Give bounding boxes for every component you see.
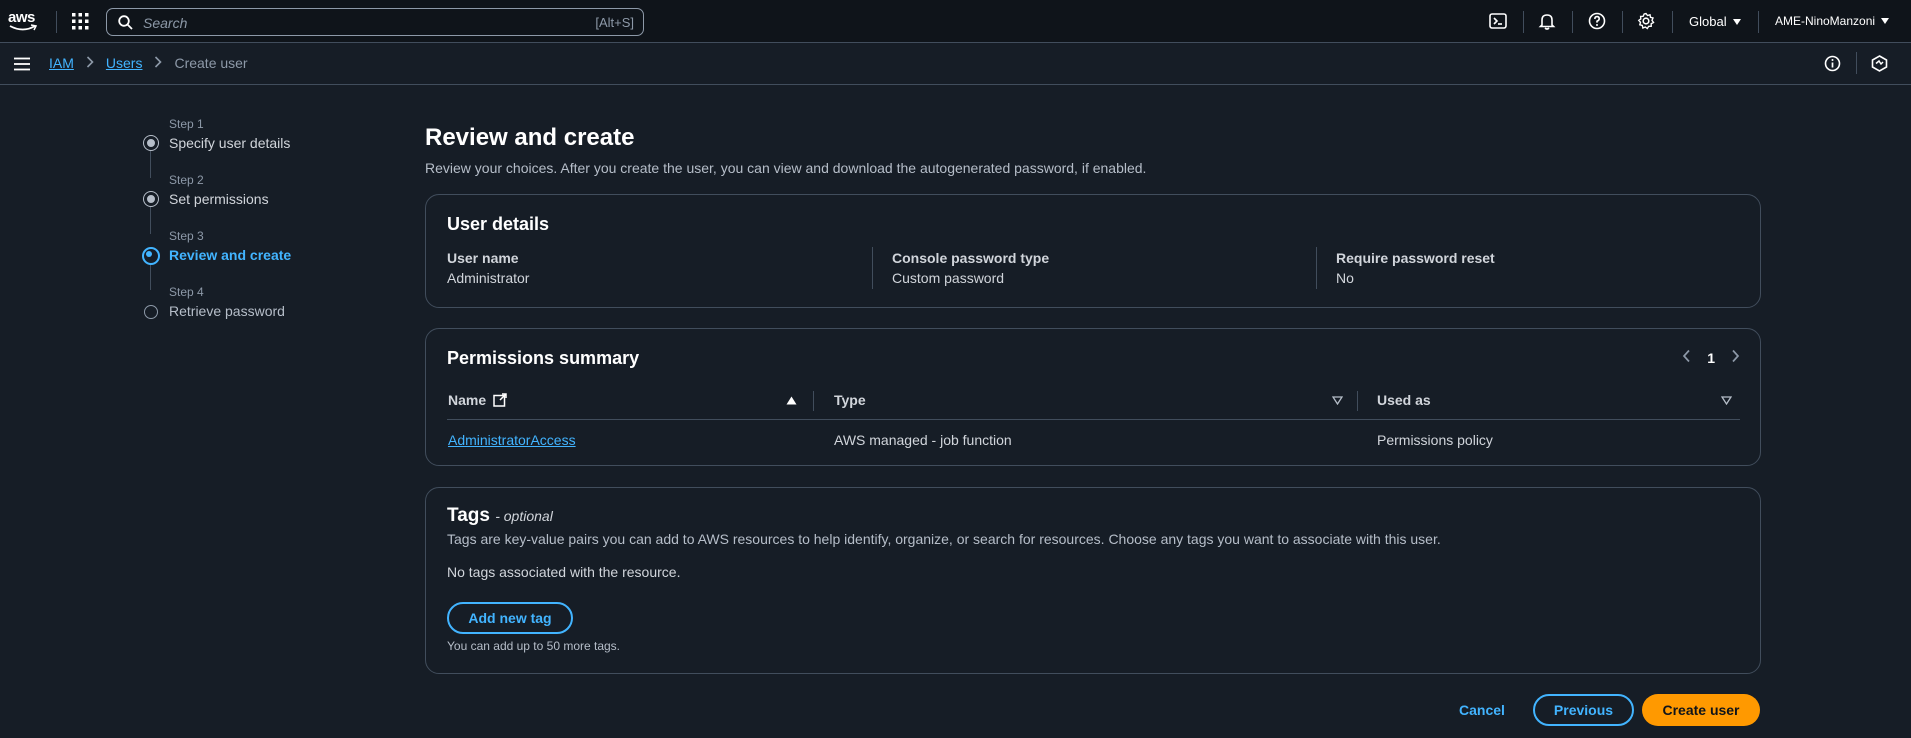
top-navigation-bar: aws Search [Alt+S] Global AME-NinoManzon… — [0, 0, 1911, 43]
help-icon[interactable] — [1588, 12, 1608, 32]
password-reset-value: No — [1336, 270, 1354, 286]
policy-name-link[interactable]: AdministratorAccess — [448, 432, 576, 448]
search-shortcut: [Alt+S] — [595, 15, 634, 30]
account-menu[interactable]: AME-NinoManzoni — [1775, 14, 1890, 28]
region-selector[interactable]: Global — [1689, 14, 1741, 29]
chevron-right-icon[interactable] — [1731, 349, 1740, 366]
divider — [1572, 11, 1573, 33]
page-description: Review your choices. After you create th… — [425, 160, 1147, 176]
password-type-label: Console password type — [892, 250, 1050, 266]
page-number[interactable]: 1 — [1707, 350, 1715, 366]
account-name: AME-NinoManzoni — [1775, 14, 1876, 28]
divider — [1523, 11, 1524, 33]
region-label: Global — [1689, 14, 1727, 29]
step-number: Step 4 — [169, 285, 204, 299]
step-connector — [150, 151, 151, 178]
cancel-button[interactable]: Cancel — [1459, 702, 1505, 718]
step-title[interactable]: Set permissions — [169, 191, 269, 207]
tags-description: Tags are key-value pairs you can add to … — [447, 531, 1441, 547]
empty-state: No tags associated with the resource. — [447, 564, 681, 580]
previous-button[interactable]: Previous — [1533, 694, 1634, 726]
breadcrumb-users[interactable]: Users — [106, 55, 143, 71]
feedback-icon[interactable] — [1871, 55, 1888, 75]
column-divider — [813, 391, 814, 411]
breadcrumb: IAM Users Create user — [49, 55, 248, 71]
user-details-card: User details User name Administrator Con… — [425, 194, 1761, 308]
chevron-left-icon[interactable] — [1682, 349, 1691, 366]
menu-icon[interactable] — [14, 57, 30, 74]
pagination: 1 — [1682, 349, 1740, 366]
search-placeholder: Search — [143, 15, 188, 31]
breadcrumb-bar: IAM Users Create user — [0, 43, 1911, 85]
divider — [872, 247, 873, 289]
password-type-value: Custom password — [892, 270, 1005, 286]
divider — [1672, 11, 1673, 33]
chevron-right-icon — [154, 55, 163, 71]
column-header-type[interactable]: Type — [834, 392, 866, 408]
services-grid-icon[interactable] — [72, 13, 89, 30]
sort-icon[interactable] — [1721, 396, 1732, 405]
permissions-summary-card: Permissions summary 1 Name Type Used as … — [425, 328, 1761, 466]
step-number: Step 2 — [169, 173, 204, 187]
aws-logo[interactable]: aws — [8, 9, 42, 35]
step-pending-icon — [144, 305, 158, 319]
chevron-right-icon — [86, 55, 94, 71]
info-icon[interactable] — [1824, 55, 1841, 75]
divider — [56, 11, 57, 33]
step-current-icon — [142, 247, 160, 265]
step-title[interactable]: Specify user details — [169, 135, 290, 151]
step-done-icon — [144, 136, 158, 150]
step-connector — [150, 207, 151, 234]
step-title: Review and create — [169, 247, 292, 263]
column-label: Name — [448, 392, 487, 408]
user-name-label: User name — [447, 250, 519, 266]
cloudshell-icon[interactable] — [1489, 12, 1509, 32]
policy-type: AWS managed - job function — [834, 432, 1012, 448]
step-title: Retrieve password — [169, 303, 285, 319]
card-title: Tags - optional — [447, 505, 553, 527]
caret-down-icon — [1732, 19, 1741, 25]
step-number: Step 1 — [169, 117, 204, 131]
breadcrumb-iam[interactable]: IAM — [49, 55, 74, 71]
create-user-button[interactable]: Create user — [1642, 694, 1760, 726]
divider — [1856, 52, 1857, 74]
tags-hint: You can add up to 50 more tags. — [447, 639, 621, 653]
column-label: Used as — [1377, 392, 1431, 408]
user-name-value: Administrator — [447, 270, 530, 286]
external-link-icon — [493, 393, 507, 407]
tags-card: Tags - optional Tags are key-value pairs… — [425, 487, 1761, 674]
gear-icon[interactable] — [1637, 12, 1657, 32]
card-title: User details — [447, 214, 550, 234]
search-input[interactable]: Search [Alt+S] — [106, 8, 644, 36]
step-number: Step 3 — [169, 229, 204, 243]
card-title: Permissions summary — [447, 348, 640, 368]
column-header-used-as[interactable]: Used as — [1377, 392, 1431, 408]
step-connector — [150, 263, 151, 290]
policy-used-as: Permissions policy — [1377, 432, 1493, 448]
password-reset-label: Require password reset — [1336, 250, 1495, 266]
caret-down-icon — [1881, 18, 1890, 24]
column-divider — [1357, 391, 1358, 411]
column-header-name[interactable]: Name — [448, 392, 507, 408]
sort-ascending-icon[interactable] — [786, 396, 797, 405]
divider — [1622, 11, 1623, 33]
breadcrumb-current: Create user — [174, 55, 248, 71]
divider — [1758, 11, 1759, 33]
search-icon — [118, 15, 133, 30]
tags-title-text: Tags — [447, 505, 490, 526]
page-title: Review and create — [425, 124, 635, 151]
bell-icon[interactable] — [1538, 12, 1558, 32]
divider — [1316, 247, 1317, 289]
header-border — [447, 419, 1740, 420]
sort-icon[interactable] — [1332, 396, 1343, 405]
optional-label: - optional — [495, 508, 553, 524]
column-label: Type — [834, 392, 866, 408]
step-done-icon — [144, 192, 158, 206]
add-new-tag-button[interactable]: Add new tag — [447, 602, 573, 634]
